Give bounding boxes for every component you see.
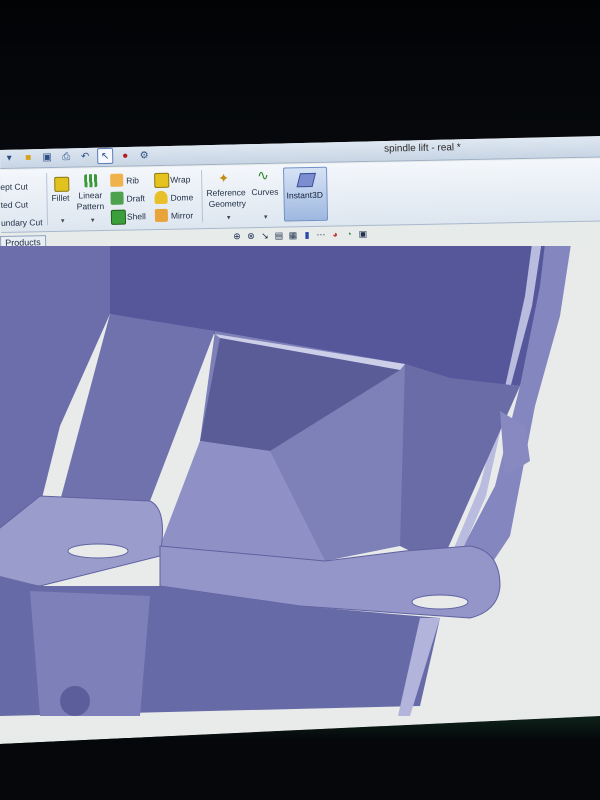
model-lower-left-face bbox=[30, 591, 150, 716]
curves-button[interactable]: Curves bbox=[251, 187, 278, 198]
linear-pattern-label-2[interactable]: Pattern bbox=[77, 201, 105, 212]
fillet-dropdown-icon[interactable]: ▾ bbox=[61, 217, 65, 225]
print-icon[interactable]: ⎙ bbox=[59, 150, 73, 164]
hide-show-icon[interactable]: ⋯ bbox=[316, 230, 326, 240]
ribbon-separator bbox=[201, 170, 204, 223]
model-boss bbox=[60, 686, 90, 716]
rib-icon bbox=[110, 173, 124, 187]
appearance-icon[interactable]: ◕ bbox=[330, 229, 340, 239]
lofted-cut-button[interactable]: ted Cut bbox=[1, 199, 29, 210]
mirror-icon bbox=[154, 208, 169, 223]
graphics-viewport[interactable] bbox=[0, 216, 600, 736]
curves-icon: ∿ bbox=[256, 166, 270, 184]
instant3d-label: Instant3D bbox=[286, 189, 324, 201]
quick-access-toolbar: ▾ ■ ▣ ⎙ ↶ ↖ ● ⚙ bbox=[2, 147, 151, 166]
left-mount-hole bbox=[67, 543, 129, 559]
shell-icon bbox=[110, 209, 127, 225]
zoom-area-icon[interactable]: ⊗ bbox=[246, 231, 256, 241]
linear-pattern-icon bbox=[84, 174, 98, 188]
right-mount-hole bbox=[411, 594, 469, 610]
fillet-button[interactable]: Fillet bbox=[51, 193, 69, 203]
scene-icon[interactable]: ◔ bbox=[344, 229, 354, 239]
instant3d-toggle[interactable]: Instant3D bbox=[283, 166, 329, 222]
save-icon[interactable]: ▣ bbox=[40, 150, 54, 164]
fillet-icon bbox=[54, 176, 70, 192]
new-icon[interactable]: ▾ bbox=[2, 151, 16, 165]
reference-geometry-dropdown-icon[interactable]: ▾ bbox=[227, 214, 231, 222]
instant3d-icon bbox=[296, 172, 316, 188]
zoom-to-fit-icon[interactable]: ⊕ bbox=[232, 231, 242, 241]
ribbon-separator bbox=[46, 173, 49, 226]
mirror-button[interactable]: Mirror bbox=[171, 210, 193, 220]
view-orientation-icon[interactable]: ▦ bbox=[288, 230, 298, 240]
swept-cut-button[interactable]: ept Cut bbox=[0, 181, 28, 192]
window-title: spindle lift - real * bbox=[383, 142, 461, 155]
previous-view-icon[interactable]: ↘ bbox=[260, 231, 270, 241]
draft-button[interactable]: Draft bbox=[126, 193, 145, 203]
curves-dropdown-icon[interactable]: ▾ bbox=[264, 213, 268, 221]
draft-icon bbox=[110, 191, 124, 205]
reference-geometry-label-2[interactable]: Geometry bbox=[209, 198, 247, 209]
wrap-button[interactable]: Wrap bbox=[170, 174, 190, 184]
undo-icon[interactable]: ↶ bbox=[78, 149, 92, 163]
reference-geometry-icon: ✦ bbox=[218, 170, 230, 186]
dome-icon bbox=[154, 190, 168, 205]
rib-button[interactable]: Rib bbox=[126, 175, 139, 185]
rebuild-icon[interactable]: ● bbox=[118, 148, 132, 162]
options-icon[interactable]: ⚙ bbox=[137, 148, 151, 162]
pattern-dropdown-icon[interactable]: ▾ bbox=[91, 216, 95, 224]
dome-button[interactable]: Dome bbox=[170, 192, 193, 202]
select-icon[interactable]: ↖ bbox=[97, 147, 114, 165]
boundary-cut-button[interactable]: undary Cut bbox=[1, 217, 43, 228]
linear-pattern-label-1[interactable]: Linear bbox=[78, 190, 102, 200]
wrap-icon bbox=[154, 172, 170, 189]
shell-button[interactable]: Shell bbox=[127, 211, 146, 221]
reference-geometry-label-1[interactable]: Reference bbox=[206, 187, 245, 198]
view-settings-icon[interactable]: ▣ bbox=[358, 229, 368, 239]
open-icon[interactable]: ■ bbox=[21, 150, 35, 164]
model-view[interactable] bbox=[0, 216, 600, 736]
section-view-icon[interactable]: ▤ bbox=[274, 230, 284, 240]
features-ribbon: ept Cut ted Cut undary Cut Fillet ▾ Line… bbox=[0, 158, 600, 233]
display-style-icon[interactable]: ▮ bbox=[302, 230, 312, 240]
